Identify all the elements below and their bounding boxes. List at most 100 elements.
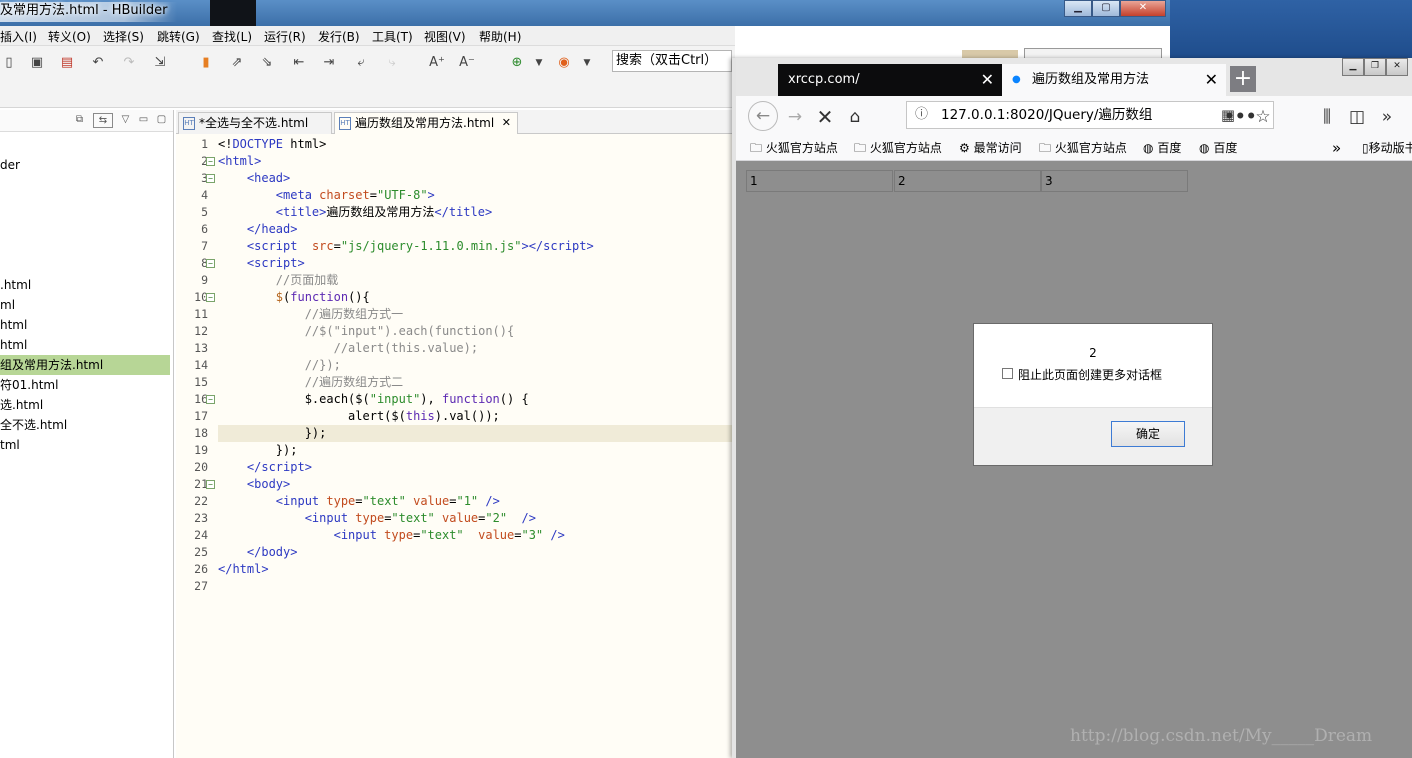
redo-icon[interactable]: ↷ bbox=[120, 54, 138, 72]
tree-item[interactable]: 全不选.html bbox=[0, 415, 170, 435]
tree-item[interactable]: .html bbox=[0, 275, 170, 295]
new-file-icon[interactable]: ⊕ bbox=[508, 54, 526, 72]
close-tab-icon[interactable]: ✕ bbox=[981, 64, 994, 96]
sidebar-icon[interactable]: ◫ bbox=[1346, 106, 1368, 128]
tree-item[interactable]: ml bbox=[0, 295, 170, 315]
bookmark-item[interactable]: 🗀 火狐官方站点 bbox=[750, 140, 838, 157]
new-dropdown-icon[interactable]: ▼ bbox=[530, 54, 548, 72]
tree-item[interactable]: 选.html bbox=[0, 395, 170, 415]
stop-loading-button[interactable]: ✕ bbox=[814, 106, 836, 128]
open-icon[interactable]: ▯ bbox=[0, 54, 18, 72]
minimize-button[interactable]: ▁ bbox=[1064, 0, 1092, 17]
prevent-dialogs-checkbox[interactable] bbox=[1002, 368, 1013, 379]
tree-item[interactable]: html bbox=[0, 335, 170, 355]
bookmark-item[interactable]: ▯移动版书 bbox=[1362, 140, 1412, 157]
tree-item[interactable]: 符01.html bbox=[0, 375, 170, 395]
text-input-1[interactable]: 1 bbox=[746, 170, 893, 192]
tree-item[interactable]: der bbox=[0, 155, 170, 175]
menu-run[interactable]: 运行(R) bbox=[264, 28, 306, 45]
link-editor-icon[interactable]: ⇆ bbox=[93, 113, 113, 128]
dialog-footer: 确定 bbox=[974, 407, 1212, 465]
code-line: //alert(this.value); bbox=[333, 341, 479, 355]
tab-select-all[interactable]: HT *全选与全不选.html bbox=[178, 112, 332, 134]
page-actions-icon[interactable]: ••• bbox=[1224, 106, 1257, 128]
view-menu-icon[interactable]: ▽ bbox=[118, 113, 133, 128]
code-line: $(function(){ bbox=[275, 290, 370, 304]
back-button[interactable]: ← bbox=[748, 101, 778, 131]
bookmarks-overflow-icon[interactable]: » bbox=[1332, 140, 1341, 157]
fold-toggle-icon[interactable]: − bbox=[206, 174, 215, 183]
browser-tab-xrccp[interactable]: xrccp.com/ ✕ bbox=[778, 64, 1002, 96]
text-input-2[interactable]: 2 bbox=[894, 170, 1041, 192]
fold-toggle-icon[interactable]: − bbox=[206, 395, 215, 404]
fold-toggle-icon[interactable]: − bbox=[206, 480, 215, 489]
tree-item[interactable]: html bbox=[0, 315, 170, 335]
font-decrease-icon[interactable]: A⁻ bbox=[458, 54, 476, 72]
html-file-icon: HT bbox=[183, 117, 195, 130]
save-all-icon[interactable]: ▤ bbox=[58, 54, 76, 72]
info-icon[interactable]: ⓘ bbox=[915, 102, 928, 128]
menu-select[interactable]: 选择(S) bbox=[103, 28, 144, 45]
next-icon[interactable]: ⇗ bbox=[228, 54, 246, 72]
font-increase-icon[interactable]: A⁺ bbox=[428, 54, 446, 72]
bookmark-star-icon[interactable]: ☆ bbox=[1252, 106, 1274, 128]
forward-button[interactable]: → bbox=[784, 106, 806, 128]
menu-view[interactable]: 视图(V) bbox=[424, 28, 466, 45]
menu-find[interactable]: 查找(L) bbox=[212, 28, 252, 45]
bookmark-item[interactable]: 🗀 火狐官方站点 bbox=[854, 140, 942, 157]
menu-publish[interactable]: 发行(B) bbox=[318, 28, 360, 45]
firefox-tab-bar: xrccp.com/ ✕ ● 遍历数组及常用方法 ✕ + ▁ ❐ ✕ bbox=[736, 58, 1412, 96]
new-tab-button[interactable]: + bbox=[1230, 66, 1256, 92]
menu-insert[interactable]: 插入(I) bbox=[0, 28, 37, 45]
home-button[interactable]: ⌂ bbox=[844, 106, 866, 128]
bookmark-item[interactable]: 🗀 火狐官方站点 bbox=[1039, 140, 1127, 157]
close-button[interactable]: ✕ bbox=[1120, 0, 1166, 17]
mobile-icon: ▯ bbox=[1362, 141, 1369, 155]
close-tab-icon[interactable]: ✕ bbox=[1205, 64, 1218, 96]
minimize-panel-icon[interactable]: ▭ bbox=[136, 113, 151, 128]
jump-start-icon[interactable]: ⇤ bbox=[290, 54, 308, 72]
fold-toggle-icon[interactable]: − bbox=[206, 259, 215, 268]
save-icon[interactable]: ▣ bbox=[28, 54, 46, 72]
search-input[interactable]: 搜索（双击Ctrl） bbox=[612, 50, 732, 72]
format-icon[interactable]: ⇲ bbox=[151, 54, 169, 72]
firefox-run-icon[interactable]: ◉ bbox=[555, 54, 573, 72]
bookmark-item[interactable]: ◍ 百度 bbox=[1199, 140, 1237, 157]
line-number-gutter: 1 2 3 4 5 6 7 8 9 10 11 12 13 14 15 16 1… bbox=[176, 134, 216, 758]
overflow-menu-icon[interactable]: » bbox=[1376, 106, 1398, 128]
code-editor[interactable]: 1 2 3 4 5 6 7 8 9 10 11 12 13 14 15 16 1… bbox=[176, 134, 736, 758]
undo-icon[interactable]: ↶ bbox=[89, 54, 107, 72]
library-icon[interactable]: ⫼ bbox=[1316, 106, 1338, 128]
minimize-button[interactable]: ▁ bbox=[1342, 58, 1364, 76]
collapse-icon[interactable]: ⧉ bbox=[72, 113, 87, 128]
restore-button[interactable]: ❐ bbox=[1364, 58, 1386, 76]
text-input-3[interactable]: 3 bbox=[1041, 170, 1188, 192]
jump-end-icon[interactable]: ⇥ bbox=[320, 54, 338, 72]
maximize-button[interactable]: ▢ bbox=[1092, 0, 1120, 17]
code-line: <input type="text" value="1" /> bbox=[275, 494, 500, 508]
close-window-button[interactable]: ✕ bbox=[1386, 58, 1408, 76]
bookmark-icon[interactable]: ▮ bbox=[197, 54, 215, 72]
maximize-panel-icon[interactable]: ▢ bbox=[154, 113, 169, 128]
tab-traverse-array[interactable]: HT 遍历数组及常用方法.html ✕ bbox=[334, 112, 518, 134]
menu-help[interactable]: 帮助(H) bbox=[479, 28, 521, 45]
run-dropdown-icon[interactable]: ▼ bbox=[578, 54, 596, 72]
menu-goto[interactable]: 跳转(G) bbox=[157, 28, 200, 45]
wrap-icon[interactable]: ⤶ bbox=[352, 54, 370, 72]
bookmark-item[interactable]: ⚙ 最常访问 bbox=[959, 140, 1022, 157]
bookmark-label: 移动版书 bbox=[1368, 141, 1412, 155]
browser-tab-active[interactable]: ● 遍历数组及常用方法 ✕ bbox=[1002, 64, 1226, 96]
fold-toggle-icon[interactable]: − bbox=[206, 293, 215, 302]
fold-toggle-icon[interactable]: − bbox=[206, 157, 215, 166]
ok-button[interactable]: 确定 bbox=[1111, 421, 1185, 447]
tree-item[interactable]: tml bbox=[0, 435, 170, 455]
prev-icon[interactable]: ⇘ bbox=[258, 54, 276, 72]
tree-item-selected[interactable]: 组及常用方法.html bbox=[0, 355, 170, 375]
url-bar[interactable]: ⓘ 127.0.0.1:8020/JQuery/遍历数组 ▦ bbox=[906, 101, 1274, 129]
close-tab-icon[interactable]: ✕ bbox=[502, 113, 511, 133]
bookmark-item[interactable]: ◍ 百度 bbox=[1143, 140, 1181, 157]
menu-escape[interactable]: 转义(O) bbox=[48, 28, 91, 45]
menu-tools[interactable]: 工具(T) bbox=[372, 28, 413, 45]
code-line: <script src="js/jquery-1.11.0.min.js"></… bbox=[246, 239, 594, 253]
disabled-icon[interactable]: ⤷ bbox=[383, 54, 401, 72]
